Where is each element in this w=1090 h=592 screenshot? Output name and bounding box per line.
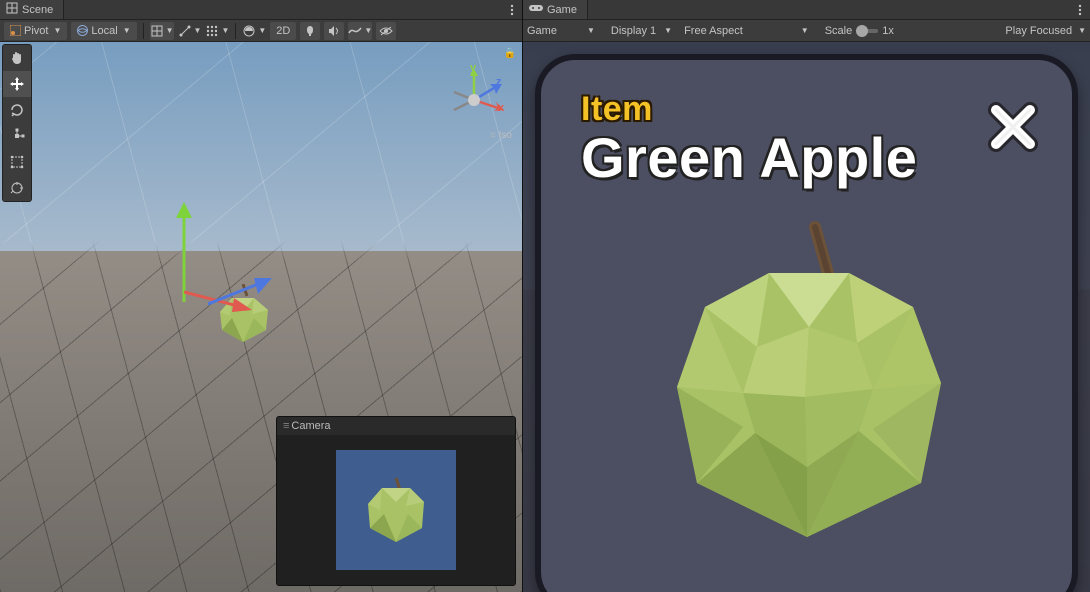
scene-toolbar: Pivot ▼ Local ▼ ▼ ▼ ▼ ▼ 2D xyxy=(0,20,522,42)
hand-tool[interactable] xyxy=(3,45,31,71)
scene-tab[interactable]: Scene xyxy=(0,0,64,19)
scene-tab-label: Scene xyxy=(22,4,53,16)
grid-toggle-icon[interactable]: ▼ xyxy=(150,22,174,40)
game-tab-label: Game xyxy=(547,4,577,16)
game-toolbar: Game▼ Display 1▼ Free Aspect▼ Scale 1x P… xyxy=(523,20,1090,42)
axis-x-label: x xyxy=(498,102,504,114)
local-dropdown[interactable]: Local ▼ xyxy=(71,22,136,40)
scene-panel: Scene Pivot ▼ Local ▼ ▼ ▼ ▼ xyxy=(0,0,523,592)
grid-icon xyxy=(6,2,18,17)
game-tab-menu[interactable] xyxy=(1070,0,1090,19)
scene-object-apple[interactable] xyxy=(208,284,278,344)
snap-toggle-icon[interactable]: ▼ xyxy=(178,22,202,40)
scale-slider[interactable] xyxy=(856,29,878,33)
aspect-dropdown[interactable]: Free Aspect▼ xyxy=(684,25,809,37)
projection-label[interactable]: ≡ Iso xyxy=(490,130,512,141)
axis-z-label: z xyxy=(496,76,502,88)
fx-toggle-icon[interactable]: ▼ xyxy=(348,22,372,40)
chevron-down-icon: ▼ xyxy=(53,26,61,35)
scene-tab-menu[interactable] xyxy=(502,0,522,19)
item-card-name: Green Apple xyxy=(581,125,1032,190)
chevron-down-icon: ▼ xyxy=(166,26,174,35)
game-view-dropdown[interactable]: Game▼ xyxy=(527,25,595,37)
rotate-tool[interactable] xyxy=(3,97,31,123)
display-dropdown[interactable]: Display 1▼ xyxy=(611,25,672,37)
scale-value: 1x xyxy=(882,25,894,37)
camera-preview[interactable]: ≡ Camera xyxy=(276,416,516,586)
close-button[interactable] xyxy=(984,98,1042,156)
scale-label: Scale xyxy=(825,25,853,37)
camera-preview-title: Camera xyxy=(291,420,330,432)
visibility-icon[interactable] xyxy=(376,22,396,40)
game-view[interactable]: Item Green Apple xyxy=(523,42,1090,592)
game-tab[interactable]: Game xyxy=(523,0,588,19)
chevron-down-icon: ▼ xyxy=(123,26,131,35)
transform-tool[interactable] xyxy=(3,175,31,201)
lock-icon[interactable]: 🔒 xyxy=(504,48,516,59)
pivot-dropdown[interactable]: Pivot ▼ xyxy=(4,22,67,40)
chevron-down-icon: ▼ xyxy=(221,26,229,35)
increment-snap-icon[interactable]: ▼ xyxy=(205,22,229,40)
game-tab-bar: Game xyxy=(523,0,1090,20)
chevron-down-icon: ▼ xyxy=(194,26,202,35)
scene-tab-bar: Scene xyxy=(0,0,522,20)
local-label: Local xyxy=(91,25,117,37)
chevron-down-icon: ▼ xyxy=(258,26,266,35)
axis-y-label: y xyxy=(470,62,476,74)
2d-toggle[interactable]: 2D xyxy=(270,22,296,40)
play-mode-dropdown[interactable]: Play Focused▼ xyxy=(1005,25,1086,37)
orientation-gizmo[interactable]: y x z xyxy=(444,70,504,130)
game-panel: Game Game▼ Display 1▼ Free Aspect▼ Scale… xyxy=(523,0,1090,592)
item-card: Item Green Apple xyxy=(535,54,1078,592)
lighting-toggle-icon[interactable] xyxy=(300,22,320,40)
scene-viewport[interactable]: 🔒 y x z ≡ Iso xyxy=(0,42,522,592)
item-card-apple xyxy=(637,207,977,547)
scene-tool-column xyxy=(2,44,32,202)
scale-tool[interactable] xyxy=(3,123,31,149)
audio-toggle-icon[interactable] xyxy=(324,22,344,40)
chevron-down-icon: ▼ xyxy=(364,26,372,35)
draw-mode-icon[interactable]: ▼ xyxy=(242,22,266,40)
rect-tool[interactable] xyxy=(3,149,31,175)
move-tool[interactable] xyxy=(3,71,31,97)
gamepad-icon xyxy=(529,3,543,16)
item-card-label: Item xyxy=(581,90,1032,129)
pivot-label: Pivot xyxy=(24,25,48,37)
